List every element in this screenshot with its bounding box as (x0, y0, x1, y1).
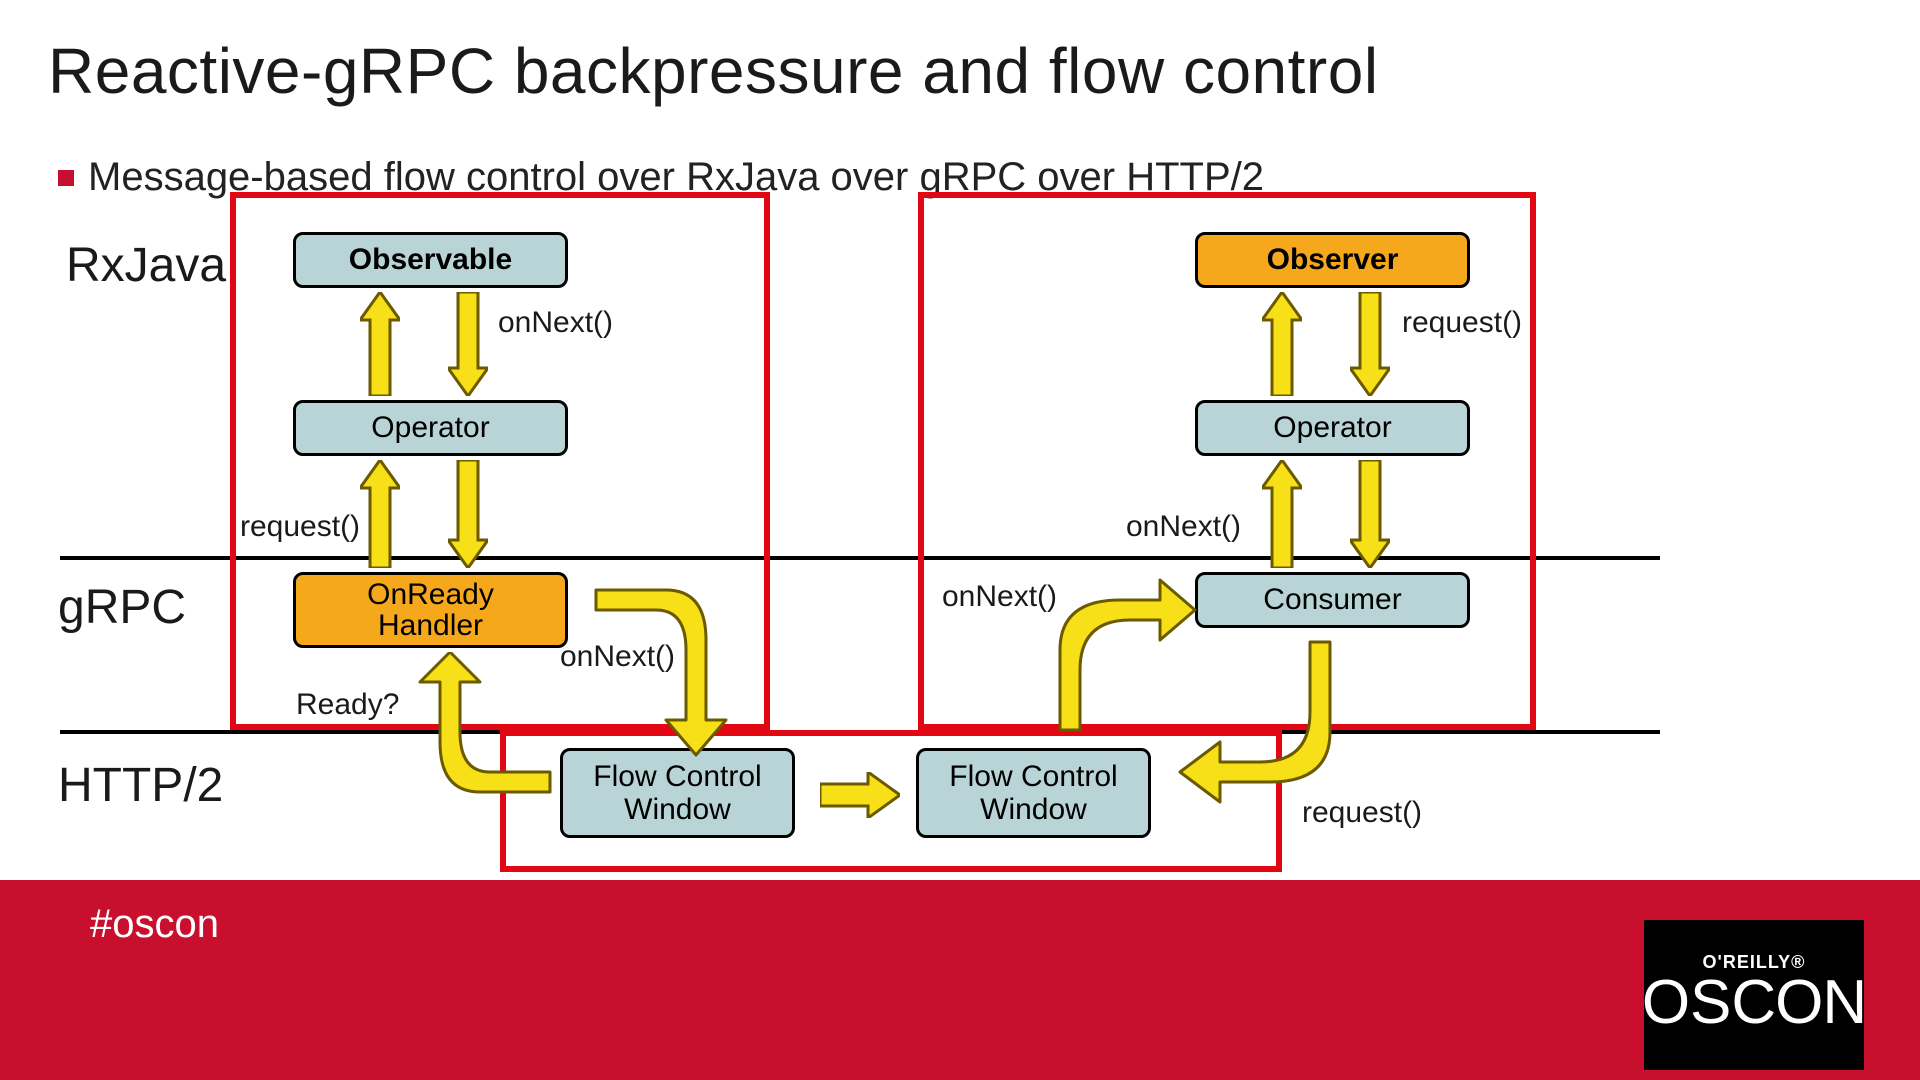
layer-label-grpc: gRPC (58, 580, 186, 635)
bullet-square-icon (58, 170, 74, 186)
box-consumer: Consumer (1195, 572, 1470, 628)
arrow-curve-up-left-icon (410, 652, 570, 822)
footer-bar: #oscon O'REILLY® OSCON (0, 880, 1920, 1080)
footer-hashtag: #oscon (90, 902, 219, 947)
box-operator-left: Operator (293, 400, 568, 456)
arrow-up-icon (360, 292, 400, 396)
label-onnext: onNext() (560, 640, 675, 674)
arrow-down-icon (448, 292, 488, 396)
arrow-up-icon (360, 460, 400, 568)
box-operator-right: Operator (1195, 400, 1470, 456)
label-onnext: onNext() (942, 580, 1057, 614)
label-ready: Ready? (296, 688, 399, 722)
label-request: request() (1402, 306, 1522, 340)
label-onnext: onNext() (498, 306, 613, 340)
box-flow-control-window-right: Flow Control Window (916, 748, 1151, 838)
box-observable: Observable (293, 232, 568, 288)
brand-label: OSCON (1642, 967, 1866, 1038)
box-onready-handler: OnReady Handler (293, 572, 568, 648)
box-flow-control-window-left: Flow Control Window (560, 748, 795, 838)
arrow-down-icon (1350, 292, 1390, 396)
arrow-up-icon (1262, 460, 1302, 568)
layer-label-rxjava: RxJava (66, 238, 226, 293)
arrow-down-icon (1350, 460, 1390, 568)
slide-title: Reactive-gRPC backpressure and flow cont… (48, 34, 1379, 108)
arrow-curve-down-left-icon (1160, 632, 1350, 822)
label-request: request() (1302, 796, 1422, 830)
box-observer: Observer (1195, 232, 1470, 288)
footer-logo: O'REILLY® OSCON (1644, 920, 1864, 1070)
arrow-right-icon (820, 772, 900, 818)
label-onnext: onNext() (1126, 510, 1241, 544)
layer-label-http2: HTTP/2 (58, 758, 223, 813)
arrow-up-icon (1262, 292, 1302, 396)
arrow-down-icon (448, 460, 488, 568)
label-request: request() (240, 510, 360, 544)
